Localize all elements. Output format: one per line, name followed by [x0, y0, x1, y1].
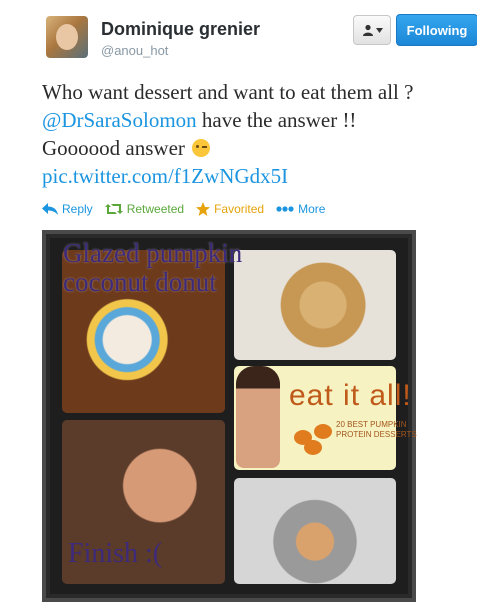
more-dots-icon	[276, 206, 294, 212]
avatar-face	[56, 24, 78, 50]
cover-title: eat it all!	[289, 379, 412, 412]
reply-action[interactable]: Reply	[42, 202, 93, 216]
user-handle[interactable]: @anou_hot	[101, 43, 168, 58]
tweet-line-1: Who want dessert and want to eat them al…	[42, 80, 414, 104]
donut-photo	[234, 250, 396, 360]
star-icon	[196, 202, 211, 216]
photo-caption-line-2: coconut donut	[63, 267, 217, 297]
retweet-icon	[104, 204, 123, 214]
tweet-line-2-rest: have the answer !!	[196, 108, 357, 132]
pumpkin-icon	[314, 424, 332, 439]
foil-donut-photo	[234, 478, 396, 584]
cover-model-figure	[236, 366, 280, 468]
favorite-action[interactable]: Favorited	[196, 202, 264, 216]
winking-face-icon	[192, 139, 211, 157]
more-action[interactable]: More	[276, 202, 325, 216]
avatar[interactable]	[46, 16, 88, 58]
reply-label: Reply	[62, 202, 93, 216]
tweet-text: Who want dessert and want to eat them al…	[42, 78, 476, 190]
photo-caption: Glazed pumpkin coconut donut	[63, 239, 242, 297]
more-label: More	[298, 202, 326, 216]
finish-caption: Finish :(	[68, 538, 163, 569]
following-button[interactable]: Following	[396, 14, 477, 46]
caret-down-icon	[375, 27, 383, 33]
user-actions-button[interactable]	[353, 15, 391, 45]
reply-icon	[42, 203, 58, 215]
pumpkin-icon	[304, 440, 322, 455]
tweet-actions: Reply Retweeted Favorited More	[42, 202, 337, 216]
tweet-line-3-text: Goooood answer	[42, 136, 185, 160]
user-name[interactable]: Dominique grenier	[101, 19, 260, 40]
favorited-label: Favorited	[214, 202, 265, 216]
retweeted-label: Retweeted	[126, 202, 185, 216]
media-link[interactable]: pic.twitter.com/f1ZwNGdx5I	[42, 162, 476, 190]
tweet-line-3: Goooood answer	[42, 134, 476, 162]
retweet-action[interactable]: Retweeted	[104, 202, 185, 216]
cover-subtitle: 20 BEST PUMPKIN PROTEIN DESSERTS	[336, 420, 417, 439]
mention-link[interactable]: @DrSaraSolomon	[42, 108, 197, 132]
person-icon	[362, 24, 373, 36]
tweet-line-2: @DrSaraSolomon have the answer !!	[42, 106, 476, 134]
photo-caption-line-1: Glazed pumpkin	[63, 238, 243, 268]
